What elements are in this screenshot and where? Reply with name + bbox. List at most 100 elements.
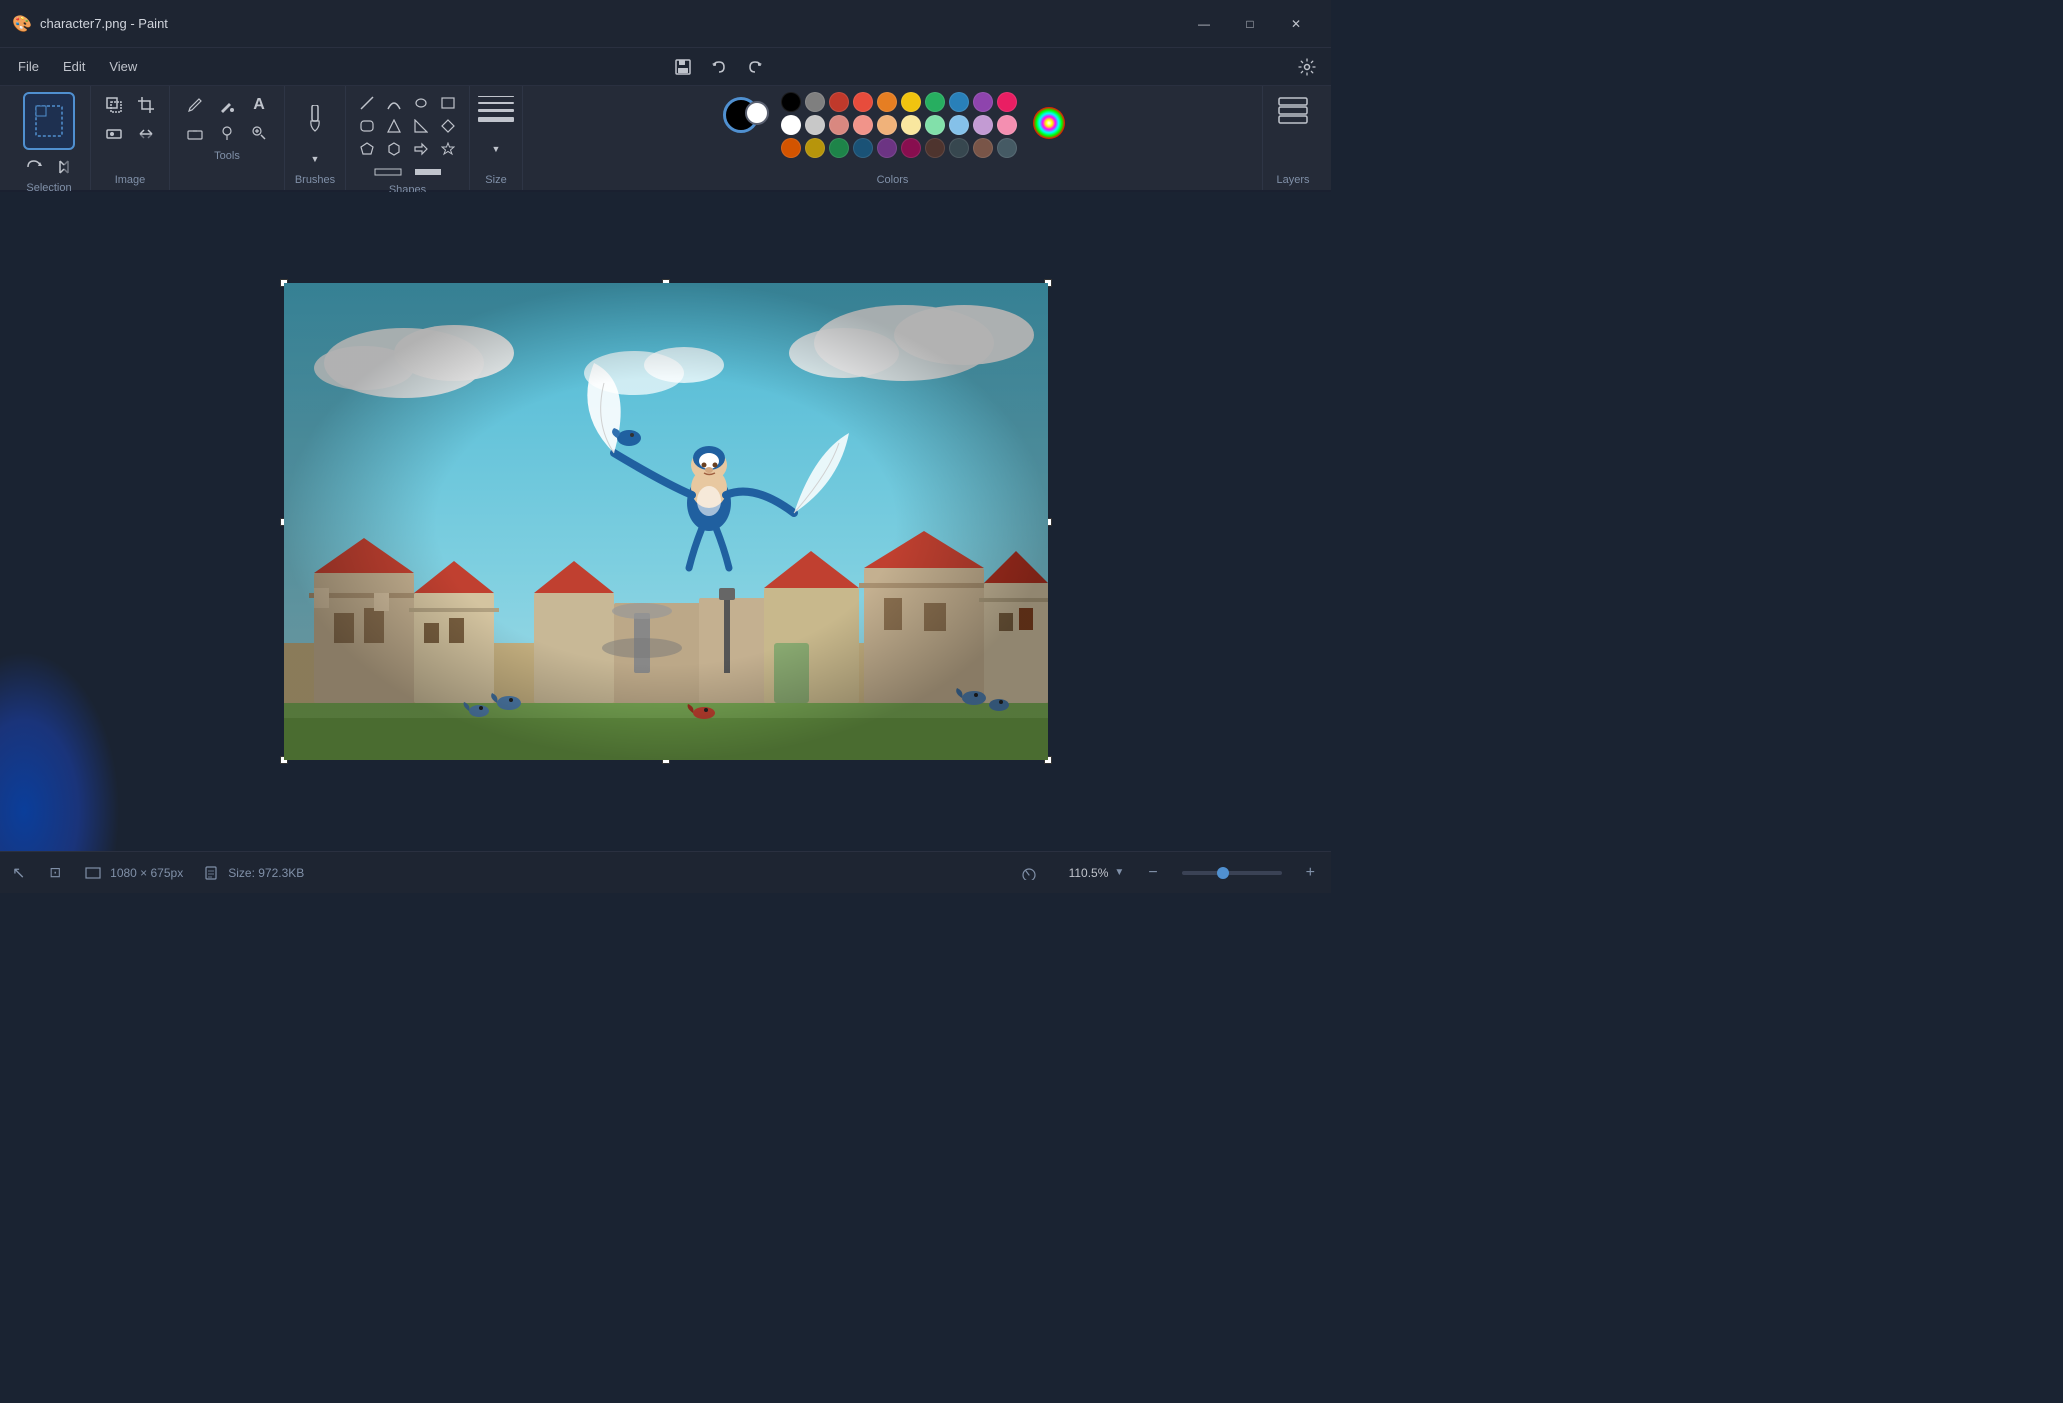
- statusbar: ↖ ⊡ 1080 × 675px Size: 972.3KB 110.5% ▼ …: [0, 851, 1331, 893]
- color-swatch-19[interactable]: [997, 115, 1017, 135]
- shape-hexagon[interactable]: [381, 138, 407, 160]
- color-swatch-28[interactable]: [973, 138, 993, 158]
- zoom-dropdown-button[interactable]: ▼: [1114, 867, 1124, 878]
- color-swatch-9[interactable]: [997, 92, 1017, 112]
- fullscreen-button[interactable]: ⊡: [45, 862, 65, 883]
- color-swatch-26[interactable]: [925, 138, 945, 158]
- canvas-image[interactable]: [284, 283, 1048, 760]
- color-palette-row3: [781, 138, 1019, 158]
- color-swatch-22[interactable]: [829, 138, 849, 158]
- color-swatch-25[interactable]: [901, 138, 921, 158]
- color-swatch-20[interactable]: [781, 138, 801, 158]
- color-picker-tool[interactable]: [212, 120, 242, 146]
- menu-edit[interactable]: Edit: [53, 55, 95, 78]
- color-swatch-6[interactable]: [925, 92, 945, 112]
- tools-label: Tools: [214, 150, 240, 162]
- maximize-button[interactable]: □: [1227, 8, 1273, 40]
- shape-right-triangle[interactable]: [408, 115, 434, 137]
- color-swatch-13[interactable]: [853, 115, 873, 135]
- size-3px[interactable]: [478, 109, 514, 112]
- color-swatch-8[interactable]: [973, 92, 993, 112]
- color-swatch-29[interactable]: [997, 138, 1017, 158]
- color-swatch-0[interactable]: [781, 92, 801, 112]
- selection-group: Selection: [8, 86, 91, 190]
- custom-colors-button[interactable]: [1031, 105, 1067, 146]
- brush-tool[interactable]: [293, 92, 337, 148]
- crop-button[interactable]: [131, 92, 161, 118]
- pencil-tool[interactable]: [180, 92, 210, 118]
- color-swatch-5[interactable]: [901, 92, 921, 112]
- shape-rounded-rect[interactable]: [354, 115, 380, 137]
- close-button[interactable]: ✕: [1273, 8, 1319, 40]
- color-swatch-17[interactable]: [949, 115, 969, 135]
- color-swatch-21[interactable]: [805, 138, 825, 158]
- canvas-container: [284, 283, 1048, 760]
- shape-pentagon[interactable]: [354, 138, 380, 160]
- rotate-button[interactable]: [20, 154, 48, 180]
- eraser-tool[interactable]: [180, 120, 210, 146]
- titlebar: 🎨 character7.png - Paint — □ ✕: [0, 0, 1331, 48]
- color-palette-row2: [781, 115, 1019, 135]
- size-1px[interactable]: [478, 96, 514, 97]
- secondary-color-swatch[interactable]: [745, 101, 769, 125]
- redo-button[interactable]: [739, 53, 771, 81]
- shape-star[interactable]: [435, 138, 461, 160]
- shape-line[interactable]: [354, 92, 380, 114]
- color-swatch-1[interactable]: [805, 92, 825, 112]
- canvas-area: [0, 192, 1331, 851]
- menubar: File Edit View: [0, 48, 1331, 86]
- undo-button[interactable]: [703, 53, 735, 81]
- color-swatch-11[interactable]: [805, 115, 825, 135]
- color-swatch-15[interactable]: [901, 115, 921, 135]
- brush-dropdown[interactable]: ▼: [307, 151, 323, 167]
- shape-arrow[interactable]: [408, 138, 434, 160]
- color-swatch-18[interactable]: [973, 115, 993, 135]
- color-swatch-12[interactable]: [829, 115, 849, 135]
- selection-tool-button[interactable]: [23, 92, 75, 150]
- shape-triangle[interactable]: [381, 115, 407, 137]
- color-swatch-7[interactable]: [949, 92, 969, 112]
- shape-curve[interactable]: [381, 92, 407, 114]
- flip-button[interactable]: [50, 154, 78, 180]
- color-swatch-24[interactable]: [877, 138, 897, 158]
- zoom-tool[interactable]: [244, 120, 274, 146]
- menu-file[interactable]: File: [8, 55, 49, 78]
- settings-button[interactable]: [1291, 53, 1323, 81]
- text-tool[interactable]: A: [244, 92, 274, 118]
- zoom-in-button[interactable]: +: [1302, 862, 1319, 884]
- color-swatch-27[interactable]: [949, 138, 969, 158]
- size-group: ▼ Size: [470, 86, 523, 190]
- flip-vertical-button[interactable]: [131, 121, 161, 147]
- menu-view[interactable]: View: [99, 55, 147, 78]
- fill-style[interactable]: [410, 162, 446, 182]
- resize-button[interactable]: [99, 92, 129, 118]
- outline-style[interactable]: [370, 162, 406, 182]
- layers-group: Layers: [1263, 86, 1323, 190]
- color-palette-row1: [781, 92, 1019, 112]
- shape-diamond[interactable]: [435, 115, 461, 137]
- minimize-button[interactable]: —: [1181, 8, 1227, 40]
- color-swatch-4[interactable]: [877, 92, 897, 112]
- file-size-display: Size: 972.3KB: [203, 866, 304, 880]
- fill-tool[interactable]: [212, 92, 242, 118]
- size-selector[interactable]: [478, 92, 514, 126]
- color-swatch-10[interactable]: [781, 115, 801, 135]
- zoom-thumb[interactable]: [1217, 867, 1229, 879]
- color-swatch-2[interactable]: [829, 92, 849, 112]
- color-swatch-16[interactable]: [925, 115, 945, 135]
- shape-rect[interactable]: [435, 92, 461, 114]
- color-swatch-23[interactable]: [853, 138, 873, 158]
- zoom-out-button[interactable]: −: [1144, 862, 1161, 884]
- save-button[interactable]: [667, 53, 699, 81]
- shape-oval[interactable]: [408, 92, 434, 114]
- adjust-button[interactable]: [99, 121, 129, 147]
- color-swatch-3[interactable]: [853, 92, 873, 112]
- size-dropdown[interactable]: ▼: [488, 142, 504, 156]
- layers-button[interactable]: [1275, 92, 1311, 135]
- color-swatch-14[interactable]: [877, 115, 897, 135]
- size-5px[interactable]: [478, 117, 514, 122]
- brushes-label: Brushes: [295, 174, 335, 186]
- zoom-slider[interactable]: [1182, 871, 1282, 875]
- size-2px[interactable]: [478, 102, 514, 104]
- dimensions-display: 1080 × 675px: [85, 866, 183, 880]
